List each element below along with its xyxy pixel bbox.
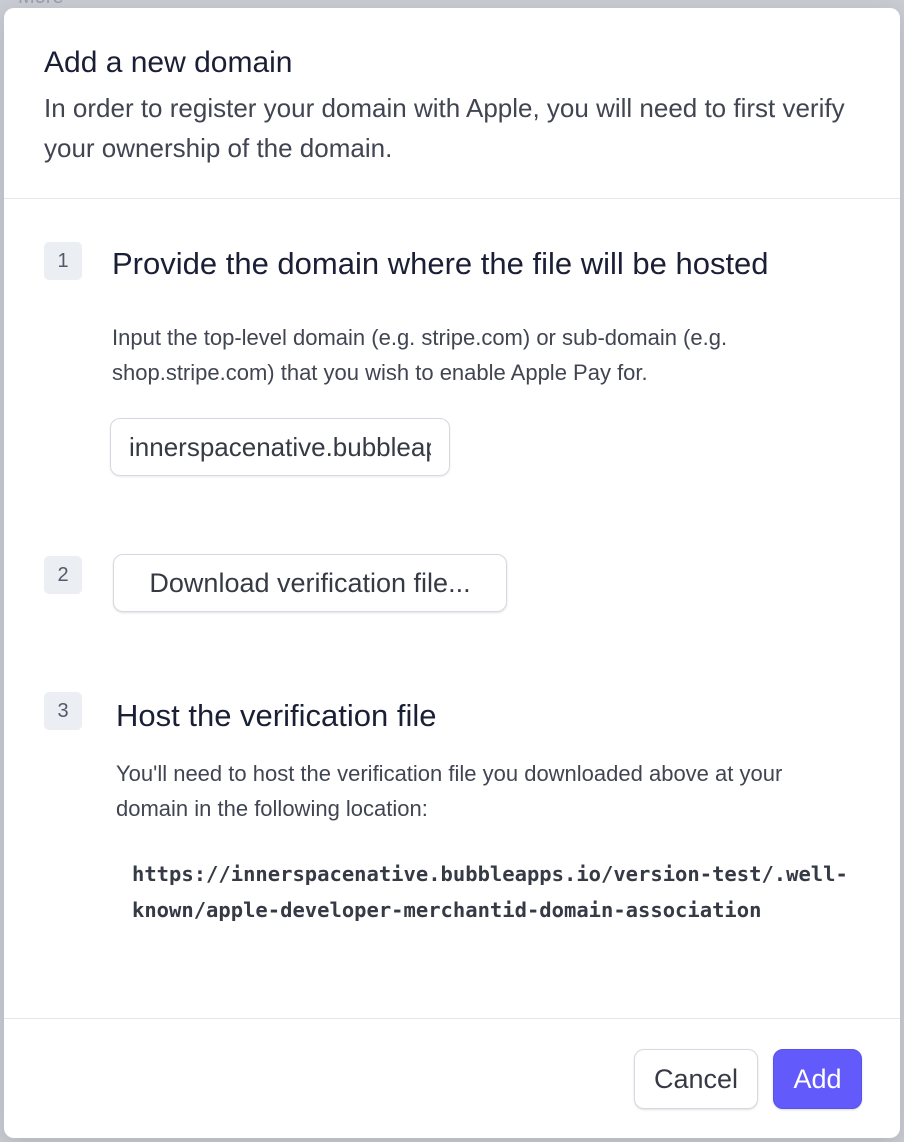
add-domain-dialog: Add a new domain In order to register yo…: [4, 8, 900, 1138]
add-button[interactable]: Add: [773, 1049, 862, 1109]
download-verification-file-button[interactable]: Download verification file...: [113, 554, 507, 612]
step-3-title: Host the verification file: [116, 698, 437, 733]
step-3-description: You'll need to host the verification fil…: [116, 761, 783, 821]
dialog-subtitle: In order to register your domain with Ap…: [44, 93, 845, 163]
step-1-number: 1: [44, 242, 82, 280]
step-2-number: 2: [44, 556, 82, 594]
domain-input[interactable]: [110, 418, 450, 476]
step-1-title: Provide the domain where the file will b…: [112, 246, 769, 281]
cancel-button[interactable]: Cancel: [634, 1049, 758, 1109]
step-1-description: Input the top-level domain (e.g. stripe.…: [112, 325, 728, 385]
dialog-footer: [4, 1018, 900, 1138]
verification-file-path: https://innerspacenative.bubbleapps.io/v…: [132, 862, 848, 922]
dialog-header: Add a new domain In order to register yo…: [4, 8, 900, 199]
step-3-number: 3: [44, 692, 82, 730]
dialog-title: Add a new domain: [44, 46, 293, 79]
